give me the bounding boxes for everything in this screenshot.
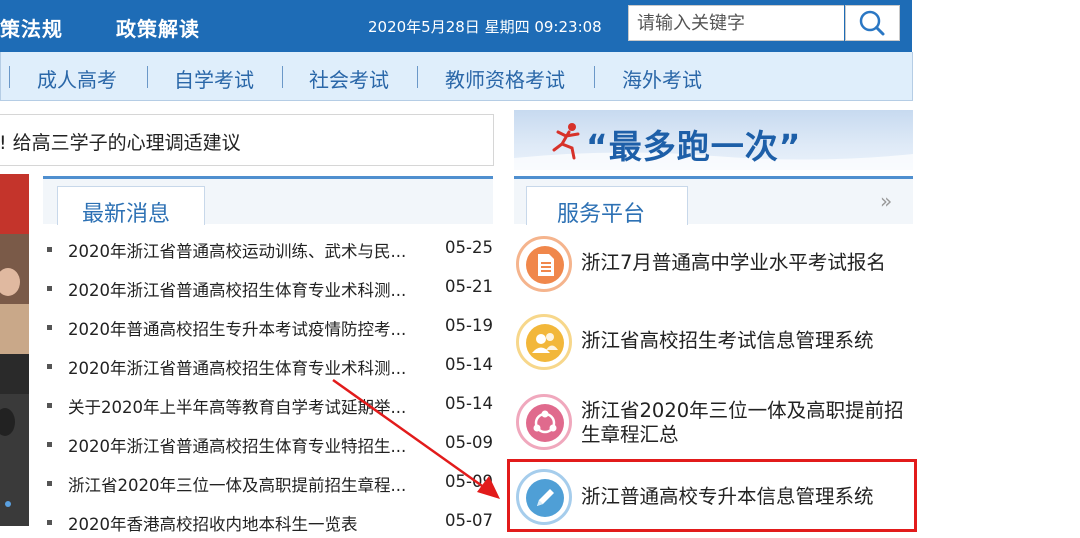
news-title[interactable]: 2020年普通高校招生专升本考试疫情防控考... [68, 316, 406, 340]
list-item[interactable]: 2020年浙江省普通高校招生体育专业术科测... 05-14 [44, 352, 494, 382]
datetime-display: 2020年5月28日 星期四 09:23:08 [368, 18, 602, 36]
bullet-icon [47, 286, 52, 291]
bullet-icon [47, 520, 52, 525]
top-bar: 策法规 政策解读 2020年5月28日 星期四 09:23:08 [0, 0, 912, 52]
nav-divider [594, 66, 595, 88]
nav-divider [147, 66, 148, 88]
search-icon [859, 10, 885, 36]
bullet-icon [47, 481, 52, 486]
service-item-admission-system[interactable]: 浙江省高校招生考试信息管理系统 [514, 309, 913, 379]
nav-divider [282, 66, 283, 88]
list-item[interactable]: 2020年普通高校招生专升本考试疫情防控考... 05-19 [44, 313, 494, 343]
nav-divider [417, 66, 418, 88]
search-input[interactable] [628, 5, 844, 41]
list-item[interactable]: 2020年浙江省普通高校招生体育专业特招生... 05-09 [44, 430, 494, 460]
sub-navigation: 成人高考 自学考试 社会考试 教师资格考试 海外考试 [0, 52, 913, 101]
news-title[interactable]: 2020年浙江省普通高校运动训练、武术与民... [68, 238, 406, 262]
news-title[interactable]: 浙江省2020年三位一体及高职提前招生章程... [68, 472, 406, 496]
photo-image [0, 174, 29, 526]
list-item[interactable]: 2020年浙江省普通高校运动训练、武术与民... 05-25 [44, 235, 494, 265]
headline-box: ! 给高三学子的心理调适建议 [0, 114, 494, 166]
subnav-teacher-qualification[interactable]: 教师资格考试 [445, 64, 565, 93]
bullet-icon [47, 403, 52, 408]
news-photo[interactable] [0, 174, 29, 526]
nav-policy-interpretation[interactable]: 政策解读 [116, 13, 200, 42]
news-date: 05-25 [445, 238, 493, 257]
bullet-icon [47, 442, 52, 447]
news-date: 05-07 [445, 511, 493, 530]
run-once-banner[interactable]: “最多跑一次” [514, 110, 913, 170]
list-item[interactable]: 浙江省2020年三位一体及高职提前招生章程... 05-09 [44, 469, 494, 499]
highlight-box [507, 459, 917, 532]
news-date: 05-21 [445, 277, 493, 296]
bullet-icon [47, 325, 52, 330]
list-item[interactable]: 2020年浙江省普通高校招生体育专业术科测... 05-21 [44, 274, 494, 304]
news-date: 05-14 [445, 355, 493, 374]
news-title[interactable]: 2020年浙江省普通高校招生体育专业术科测... [68, 355, 406, 379]
service-item-enrollment-charter[interactable]: 浙江省2020年三位一体及高职提前招生章程汇总 [514, 389, 913, 459]
service-item-exam-registration[interactable]: 浙江7月普通高中学业水平考试报名 [514, 231, 913, 301]
bullet-icon [47, 247, 52, 252]
list-item[interactable]: 关于2020年上半年高等教育自学考试延期举... 05-14 [44, 391, 494, 421]
search-button[interactable] [845, 5, 900, 41]
service-icon-wrap [516, 314, 572, 370]
service-icon-wrap [516, 236, 572, 292]
news-title[interactable]: 关于2020年上半年高等教育自学考试延期举... [68, 394, 406, 418]
subnav-social-exam[interactable]: 社会考试 [309, 64, 389, 93]
news-date: 05-09 [445, 433, 493, 452]
service-label: 浙江省2020年三位一体及高职提前招生章程汇总 [581, 399, 904, 446]
tab-service-platform[interactable]: 服务平台 [526, 186, 688, 227]
tab-service-platform-label: 服务平台 [557, 202, 646, 227]
bullet-icon [47, 364, 52, 369]
headline-link[interactable]: ! 给高三学子的心理调适建议 [0, 128, 241, 155]
news-title[interactable]: 2020年浙江省普通高校招生体育专业术科测... [68, 277, 406, 301]
news-title[interactable]: 2020年香港高校招收内地本科生一览表 [68, 511, 358, 535]
news-title[interactable]: 2020年浙江省普通高校招生体育专业特招生... [68, 433, 406, 457]
tab-latest-news[interactable]: 最新消息 [57, 186, 205, 227]
service-icon-wrap [516, 394, 572, 450]
users-icon [526, 324, 564, 362]
service-label: 浙江省高校招生考试信息管理系统 [581, 329, 874, 352]
share-icon [526, 404, 564, 442]
nav-policy-laws[interactable]: 策法规 [0, 13, 63, 42]
news-date: 05-14 [445, 394, 493, 413]
news-date: 05-09 [445, 472, 493, 491]
service-label: 浙江7月普通高中学业水平考试报名 [581, 251, 886, 274]
news-date: 05-19 [445, 316, 493, 335]
tab-latest-news-label: 最新消息 [82, 202, 171, 227]
list-item[interactable]: 2020年香港高校招收内地本科生一览表 05-07 [44, 508, 494, 538]
subnav-self-study-exam[interactable]: 自学考试 [174, 64, 254, 93]
nav-divider [9, 66, 10, 88]
double-chevron-right-icon[interactable]: » [880, 189, 892, 213]
document-icon [526, 246, 564, 284]
subnav-overseas-exam[interactable]: 海外考试 [622, 64, 702, 93]
banner-text: “最多跑一次” [586, 127, 802, 166]
subnav-adult-exam[interactable]: 成人高考 [37, 64, 117, 93]
